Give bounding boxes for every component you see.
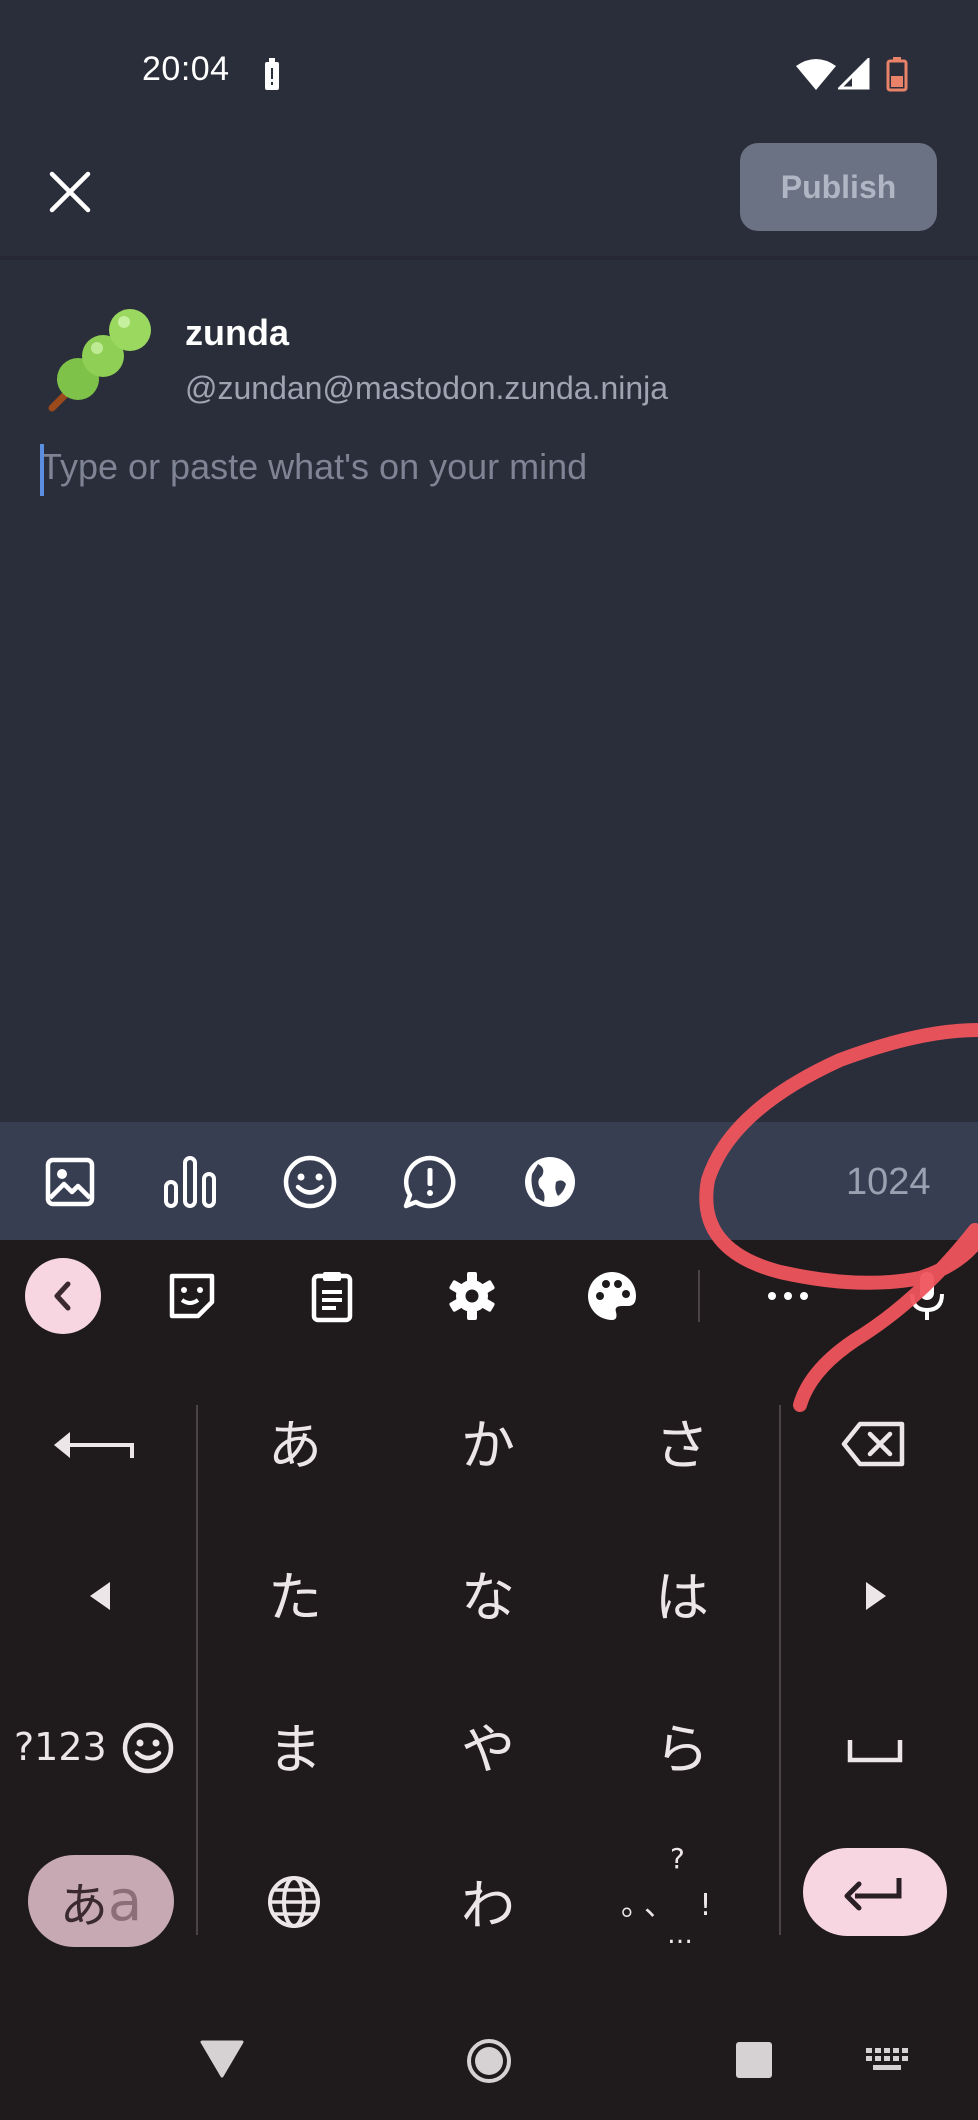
nav-home-button[interactable] [464,2036,514,2086]
emoji-key[interactable] [120,1720,176,1776]
mode-label-kana: あ [59,1878,108,1934]
nav-back-button[interactable] [198,2038,246,2080]
publish-button[interactable]: Publish [740,143,937,231]
clipboard-icon [311,1272,353,1323]
nav-recents-button[interactable] [734,2040,774,2080]
palette-icon [588,1272,636,1320]
avatar [40,300,158,418]
punctuation-key[interactable]: ? 。、 ! … [607,1840,757,1960]
symbols-key[interactable]: ?123 [14,1725,107,1769]
undo-arrow-icon [54,1432,134,1458]
input-mode-key[interactable]: あa [28,1855,174,1947]
close-icon [49,171,91,213]
key-ta[interactable]: た [220,1532,370,1652]
punct-question: ? [670,1842,685,1875]
key-ma[interactable]: ま [220,1684,370,1804]
chevron-left-icon [54,1281,71,1311]
caret-right-icon [866,1582,886,1610]
undo-key[interactable] [40,1410,160,1480]
add-media-button[interactable] [40,1152,100,1212]
smiley-icon [283,1155,337,1209]
nav-keyboard-switch-button[interactable] [864,2046,910,2076]
enter-key[interactable] [803,1848,947,1936]
poll-chart-icon [164,1156,216,1208]
account-handle: @zundan@mastodon.zunda.ninja [185,370,669,406]
key-na[interactable]: な [413,1532,563,1652]
square-recents-icon [736,2042,772,2078]
key-a[interactable]: あ [220,1380,370,1500]
header-divider [0,256,978,260]
keyboard-icon [866,2048,908,2070]
keyboard-settings-button[interactable] [444,1268,500,1324]
punct-marks: 。、 ! [621,1888,720,1923]
key-ka[interactable]: か [413,1380,563,1500]
keyboard-toolbar-collapse-button[interactable] [25,1258,101,1334]
cell-signal-icon [838,58,870,90]
poll-button[interactable] [160,1152,220,1212]
warning-bubble-icon [403,1155,456,1209]
globe-icon [525,1157,575,1207]
circle-home-icon [467,2039,511,2083]
wifi-icon [796,58,836,90]
visibility-button[interactable] [520,1152,580,1212]
text-caret [40,444,44,496]
theme-button[interactable] [584,1268,640,1324]
image-icon [45,1157,95,1207]
emoji-button[interactable] [280,1152,340,1212]
cursor-left-key[interactable] [80,1578,120,1614]
punct-ellipsis: … [667,1920,693,1950]
battery-alert-icon [262,58,282,92]
key-ra[interactable]: ら [607,1684,757,1804]
caret-left-icon [90,1582,110,1610]
annotation-circle [690,1010,978,1430]
battery-icon [886,56,908,92]
space-bar-icon [847,1740,903,1763]
clipboard-button[interactable] [304,1268,360,1324]
globe-icon [268,1876,320,1928]
key-ha[interactable]: は [607,1532,757,1652]
content-warning-button[interactable] [400,1152,460,1212]
cursor-right-key[interactable] [856,1578,896,1614]
smiley-icon [122,1722,174,1774]
status-time: 20:04 [142,50,230,88]
sticker-button[interactable] [164,1268,220,1324]
display-name: zunda [185,312,289,353]
mode-label-latin: a [107,1868,143,1934]
triangle-down-icon [200,2040,244,2078]
enter-arrow-icon [844,1878,902,1911]
sticker-icon [169,1273,215,1319]
key-wa[interactable]: わ [413,1840,563,1960]
keyboard-divider-right [779,1405,781,1935]
space-key[interactable] [840,1730,910,1770]
compose-text-field[interactable]: Type or paste what's on your mind [40,446,940,496]
key-ya[interactable]: や [413,1684,563,1804]
gear-icon [449,1272,495,1320]
close-button[interactable] [40,162,100,222]
keyboard-divider-left [196,1405,198,1935]
language-key[interactable] [264,1872,324,1932]
